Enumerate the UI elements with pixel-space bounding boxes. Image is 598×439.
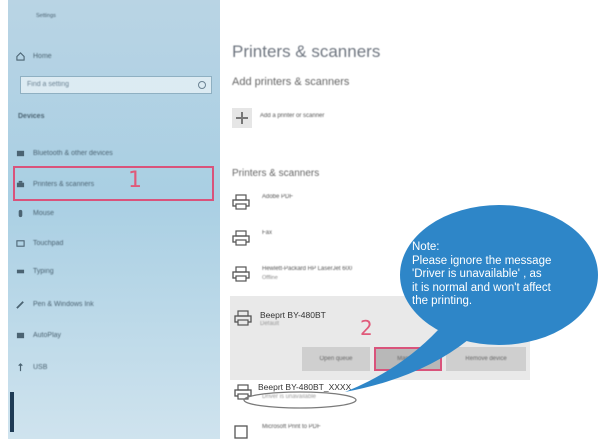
page-title: Printers & scanners <box>232 42 381 61</box>
sidebar-item-label: Bluetooth & other devices <box>33 149 113 157</box>
home-icon <box>16 51 25 61</box>
printer-name: Fax <box>262 230 273 236</box>
sidebar-item-usb[interactable]: USB <box>8 357 220 377</box>
printer-name: Adobe PDF <box>262 194 294 200</box>
printer-icon <box>232 230 250 246</box>
driver-status: Driver is unavailable <box>262 394 317 400</box>
pdf-printer-icon <box>234 425 248 439</box>
printers-section-title: Printers & scanners <box>232 168 320 179</box>
sidebar-item-pen[interactable]: Pen & Windows Ink <box>8 294 220 314</box>
add-section-title: Add printers & scanners <box>232 76 350 88</box>
sidebar-item-label: AutoPlay <box>33 331 62 339</box>
sidebar-item-label: Typing <box>33 267 54 275</box>
search-placeholder: Find a setting <box>27 81 70 88</box>
keyboard-icon <box>16 269 25 273</box>
printer-name: Microsoft Print to PDF <box>262 424 321 430</box>
search-input[interactable]: Find a setting <box>20 76 212 94</box>
button-label: Remove device <box>465 356 507 362</box>
selected-printer-status: Default <box>260 321 280 327</box>
open-queue-button[interactable]: Open queue <box>302 347 370 371</box>
sidebar-item-bluetooth[interactable]: Bluetooth & other devices <box>8 143 220 163</box>
sidebar-item-label: Mouse <box>33 209 55 217</box>
step-marker-2: 2 <box>360 316 373 340</box>
sidebar-item-label: Touchpad <box>33 239 64 247</box>
add-printer-button[interactable] <box>232 108 252 128</box>
printer-status: Offline <box>262 275 278 281</box>
note-line: the printing. <box>412 295 473 307</box>
sidebar-item-autoplay[interactable]: AutoPlay <box>8 325 220 345</box>
main-panel: Printers & scanners Add printers & scann… <box>222 0 598 439</box>
sidebar-item-label: Home <box>33 52 52 60</box>
sidebar-item-label: USB <box>33 363 48 371</box>
step-marker-1: 1 <box>128 168 142 193</box>
sidebar-section-label: Devices <box>18 112 45 120</box>
button-label: Open queue <box>319 356 353 362</box>
selected-printer-name: Beeprt BY-480BT <box>260 310 326 320</box>
scrollbar-thumb[interactable] <box>10 392 14 432</box>
sidebar-title: Settings <box>36 13 56 19</box>
mouse-icon <box>18 209 23 217</box>
note-line: Please ignore the message <box>412 254 552 267</box>
sidebar-item-mouse[interactable]: Mouse <box>8 203 220 223</box>
sidebar-section-devices: Devices <box>8 106 220 126</box>
note-line: 'Driver is unavailable' , as <box>412 268 542 280</box>
printer-icon <box>232 194 250 210</box>
selected-printer-panel[interactable]: Beeprt BY-480BT Default Open queue Manag… <box>230 296 530 380</box>
printer-icon <box>234 384 252 400</box>
note-line: it is normal and won't affect <box>412 281 551 294</box>
remove-device-button[interactable]: Remove device <box>446 347 526 371</box>
sidebar-item-touchpad[interactable]: Touchpad <box>8 233 220 253</box>
printer-name: Hewlett-Packard HP LaserJet 600 <box>262 266 353 272</box>
add-printer-label[interactable]: Add a printer or scanner <box>260 113 324 119</box>
sidebar-item-home[interactable]: Home <box>8 46 220 66</box>
bluetooth-icon <box>16 150 25 156</box>
sidebar-title-row: Settings <box>8 6 220 26</box>
touchpad-icon <box>16 239 25 247</box>
search-icon <box>198 81 206 89</box>
sidebar-item-label: Pen & Windows Ink <box>33 300 94 308</box>
settings-sidebar: Settings Home Find a setting Devices Blu… <box>8 0 220 439</box>
printers-highlight-box <box>13 166 214 201</box>
manage-button[interactable]: Manage <box>374 347 442 371</box>
button-label: Manage <box>397 356 419 362</box>
usb-icon <box>18 362 23 371</box>
note-line: Note: <box>412 241 440 253</box>
new-printer-name[interactable]: Beeprt BY-480BT_XXXX <box>258 382 351 392</box>
printer-icon <box>232 266 250 282</box>
pen-icon <box>16 300 24 309</box>
sidebar-item-typing[interactable]: Typing <box>8 261 220 281</box>
note-text: Note: Please ignore the message 'Driver … <box>412 241 592 309</box>
printer-icon <box>234 310 252 326</box>
autoplay-icon <box>16 332 25 338</box>
